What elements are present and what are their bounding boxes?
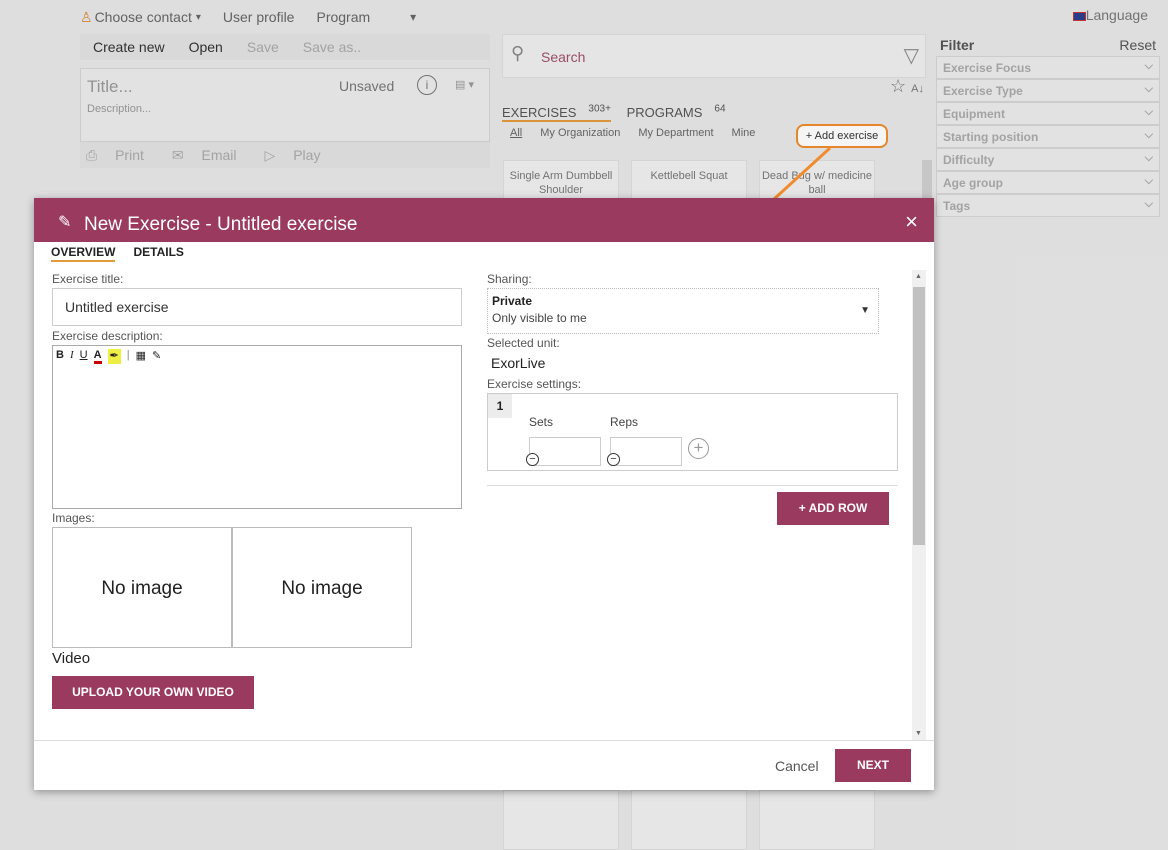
add-row-button[interactable]: + ADD ROW: [777, 492, 889, 525]
scrollbar-thumb[interactable]: [913, 287, 925, 545]
tab-details[interactable]: DETAILS: [133, 245, 183, 262]
reps-input[interactable]: [610, 437, 682, 466]
image-slot-2[interactable]: No image: [232, 527, 412, 648]
sharing-select[interactable]: Private Only visible to me ▼: [487, 288, 879, 334]
sharing-value: Private: [492, 294, 533, 308]
divider: |: [126, 349, 130, 361]
cancel-button[interactable]: Cancel: [775, 758, 819, 774]
exercise-settings-label: Exercise settings:: [487, 377, 582, 391]
italic-icon[interactable]: I: [70, 349, 74, 364]
exercise-settings-row: 1 Sets Reps − − +: [487, 393, 898, 471]
clear-format-icon[interactable]: ✎: [152, 349, 161, 364]
next-button[interactable]: NEXT: [835, 749, 911, 782]
sets-label: Sets: [529, 415, 554, 429]
new-exercise-dialog: ✎ New Exercise - Untitled exercise × OVE…: [34, 198, 934, 790]
tab-overview[interactable]: OVERVIEW: [51, 245, 116, 262]
scroll-down-icon[interactable]: ▼: [915, 730, 922, 737]
pencil-icon: ✎: [58, 214, 72, 231]
selected-unit-label: Selected unit:: [487, 336, 560, 350]
add-parameter-icon[interactable]: +: [688, 438, 709, 459]
row-number: 1: [488, 394, 512, 418]
bold-icon[interactable]: B: [56, 349, 64, 364]
decrease-reps-icon[interactable]: −: [607, 453, 620, 466]
sharing-description: Only visible to me: [492, 311, 587, 325]
paste-icon[interactable]: ▦: [136, 349, 146, 364]
chevron-down-icon: ▼: [860, 305, 870, 316]
exercise-title-input[interactable]: Untitled exercise: [52, 288, 462, 326]
upload-video-button[interactable]: UPLOAD YOUR OWN VIDEO: [52, 676, 254, 709]
font-color-icon[interactable]: A: [93, 349, 102, 364]
selected-unit-value: ExorLive: [491, 355, 546, 371]
reps-label: Reps: [610, 415, 639, 429]
editor-toolbar: B I U A ✒ | ▦ ✎: [56, 349, 161, 364]
highlight-icon[interactable]: ✒: [107, 349, 121, 364]
underline-icon[interactable]: U: [80, 349, 88, 364]
image-slot-1[interactable]: No image: [52, 527, 232, 648]
dialog-footer: Cancel NEXT: [34, 740, 934, 790]
sets-input[interactable]: [529, 437, 601, 466]
images-label: Images:: [52, 511, 95, 525]
decrease-sets-icon[interactable]: −: [526, 453, 539, 466]
video-label: Video: [52, 650, 91, 667]
scroll-up-icon[interactable]: ▲: [915, 273, 922, 280]
dialog-title: New Exercise - Untitled exercise: [84, 214, 358, 235]
dialog-scrollbar[interactable]: ▲ ▼: [912, 270, 926, 740]
exercise-description-editor[interactable]: B I U A ✒ | ▦ ✎: [52, 345, 462, 509]
divider: [487, 485, 898, 486]
exercise-description-label: Exercise description:: [52, 329, 163, 343]
dialog-tabs: OVERVIEW DETAILS: [51, 245, 184, 262]
sharing-label: Sharing:: [487, 272, 532, 286]
close-icon[interactable]: ×: [905, 209, 918, 235]
exercise-title-label: Exercise title:: [52, 272, 124, 286]
dialog-header: ✎ New Exercise - Untitled exercise ×: [34, 198, 934, 242]
